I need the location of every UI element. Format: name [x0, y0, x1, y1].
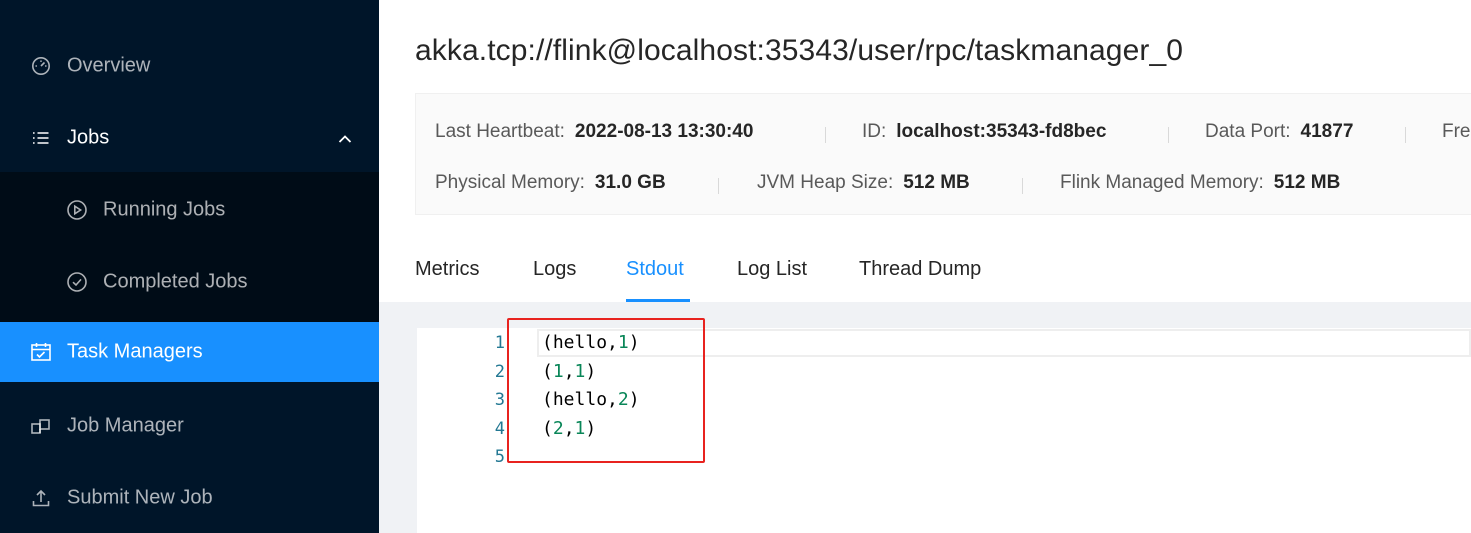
line-number: 3 — [494, 390, 505, 410]
tab-logs[interactable]: Logs — [533, 258, 576, 281]
detail-value: 31.0 GB — [594, 172, 666, 193]
cluster-icon — [30, 415, 52, 437]
sidebar-item-completed-jobs[interactable]: Completed Jobs — [0, 252, 379, 312]
sidebar-item-label: Job Manager — [67, 414, 184, 437]
detail-value: 41877 — [1300, 121, 1354, 142]
detail-last-heartbeat: Last Heartbeat: 2022-08-13 13:30:40 — [435, 121, 753, 143]
detail-label: JVM Heap Size: — [757, 172, 894, 193]
detail-data-port: Data Port: 41877 — [1205, 121, 1353, 143]
detail-jvm-heap-size: JVM Heap Size: 512 MB — [757, 172, 970, 194]
detail-label: ID: — [862, 121, 887, 142]
detail-value: 2022-08-13 13:30:40 — [574, 121, 754, 142]
chevron-up-icon — [337, 130, 353, 146]
detail-label: Data Port: — [1205, 121, 1291, 142]
schedule-icon — [30, 341, 52, 363]
tab-log-list[interactable]: Log List — [737, 258, 807, 281]
tab-bar: Metrics Logs Stdout Log List Thread Dump — [415, 240, 1471, 302]
sidebar-item-label: Task Managers — [67, 340, 203, 363]
detail-label: Flink Managed Memory: — [1060, 172, 1264, 193]
sidebar-item-running-jobs[interactable]: Running Jobs — [0, 180, 379, 240]
sidebar-item-jobs[interactable]: Jobs — [0, 108, 379, 168]
detail-value: 512 MB — [903, 172, 970, 193]
divider — [1022, 178, 1023, 194]
divider — [1168, 127, 1169, 143]
detail-physical-memory: Physical Memory: 31.0 GB — [435, 172, 666, 194]
detail-free-slots: Fre — [1442, 121, 1471, 143]
detail-label: Fre — [1442, 121, 1471, 142]
line-number: 5 — [494, 447, 505, 467]
line-number: 4 — [494, 419, 505, 439]
sidebar-item-label: Running Jobs — [103, 198, 226, 221]
check-circle-icon — [66, 271, 88, 293]
sidebar-item-label: Submit New Job — [67, 486, 213, 509]
dashboard-icon — [30, 55, 52, 77]
sidebar-item-overview[interactable]: Overview — [0, 36, 379, 96]
tab-thread-dump[interactable]: Thread Dump — [859, 258, 981, 281]
sidebar-item-label: Completed Jobs — [103, 270, 248, 293]
line-number: 1 — [494, 333, 505, 353]
divider — [825, 127, 826, 143]
sidebar-item-task-managers[interactable]: Task Managers — [0, 322, 379, 382]
highlight-annotation-box — [507, 318, 705, 463]
list-icon — [30, 127, 52, 149]
line-number: 2 — [494, 362, 505, 382]
detail-label: Physical Memory: — [435, 172, 585, 193]
sidebar-item-label: Overview — [67, 54, 151, 77]
play-circle-icon — [66, 199, 88, 221]
tab-metrics[interactable]: Metrics — [415, 258, 479, 281]
divider — [1405, 127, 1406, 143]
detail-flink-managed-memory: Flink Managed Memory: 512 MB — [1060, 172, 1340, 194]
detail-label: Last Heartbeat: — [435, 121, 565, 142]
task-manager-details: Last Heartbeat: 2022-08-13 13:30:40 ID: lo… — [415, 93, 1471, 215]
divider — [718, 178, 719, 194]
sidebar-item-submit-new-job[interactable]: Submit New Job — [0, 468, 379, 528]
sidebar-item-job-manager[interactable]: Job Manager — [0, 396, 379, 456]
page-title: akka.tcp://flink@localhost:35343/user/rp… — [415, 34, 1184, 67]
tab-stdout[interactable]: Stdout — [626, 258, 684, 281]
sidebar-item-label: Jobs — [67, 126, 110, 149]
detail-value: 512 MB — [1273, 172, 1341, 193]
detail-value: localhost:35343-fd8bec — [896, 121, 1107, 142]
detail-id: ID: localhost:35343-fd8bec — [862, 121, 1106, 143]
upload-icon — [30, 487, 52, 509]
sidebar: Overview Jobs Running Jobs Completed Job… — [0, 0, 379, 533]
